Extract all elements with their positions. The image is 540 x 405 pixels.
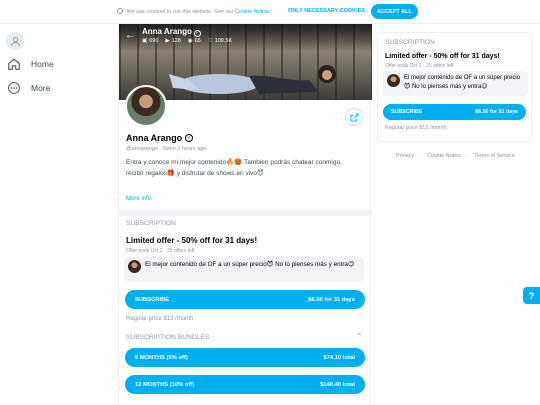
subscribe-price: $6.50 for 31 days (308, 296, 355, 303)
footer-separator: · (465, 153, 467, 159)
regular-price: Regular price $13 /month (385, 125, 447, 131)
bundle-12-months-button[interactable]: 12 MONTHS (10% off) $140.40 total (125, 375, 365, 394)
subscribe-price: $6.50 for 31 days (475, 109, 518, 115)
subscribe-button[interactable]: SUBSCRIBE $6.50 for 31 days (383, 104, 526, 120)
videos-icon: ▶ (165, 38, 170, 44)
profile-stats: ▣ 690 ▶ 128 ◉ 65 ♡ 109.5K (142, 38, 232, 44)
regular-price: Regular price $13 /month (126, 316, 194, 322)
offers-left: 25 offers left (426, 63, 454, 69)
stat-videos: ▶ 128 (165, 38, 180, 44)
necessary-cookies-button[interactable]: ONLY NECESSARY COOKIES (288, 8, 365, 14)
chevron-up-icon[interactable]: ⌃ (356, 332, 363, 341)
bio-line: Entra y conoce mi mejor contenido🔥🥵 Tamb… (126, 159, 342, 166)
profile-handle: @annarango (126, 146, 158, 152)
stat-photos: ▣ 690 (142, 38, 158, 44)
privacy-link[interactable]: Privacy (396, 153, 414, 159)
verified-icon: ✓ (185, 134, 194, 142)
creator-message: El mejor contenido de OF a un súper prec… (124, 257, 364, 282)
photos-icon: ▣ (142, 38, 148, 44)
bio-line: recibir regalos🎁 y disfrutar de shows en… (126, 170, 264, 177)
cookie-text: We use cookies to run this website. See … (126, 9, 234, 15)
bundle-price: $74.10 total (323, 354, 355, 361)
user-avatar[interactable] (6, 32, 24, 50)
share-icon (349, 112, 359, 122)
home-icon (8, 58, 20, 70)
section-divider (119, 210, 372, 216)
photos-count: 690 (149, 38, 159, 44)
likes-count: 109.5K (214, 38, 233, 44)
message-avatar (128, 260, 141, 273)
verified-icon: ✓ (194, 30, 202, 37)
footer-separator: · (418, 153, 420, 159)
subscribe-label: SUBSCRIBE (135, 296, 170, 303)
more-info-link[interactable]: More info (126, 196, 151, 202)
cookie-banner: We use cookies to run this website. See … (0, 0, 540, 24)
sidebar-item-home[interactable]: Home (7, 57, 54, 71)
cover-name: Anna Arango (142, 27, 192, 36)
subscribe-label: SUBSCRIBE (391, 109, 423, 115)
offer-ends: Offer ends Oct 2 (126, 248, 163, 254)
bundles-title: SUBSCRIPTION BUNDLES (126, 334, 210, 341)
offer-title: Limited offer - 50% off for 31 days! (385, 53, 500, 60)
user-icon (10, 36, 20, 46)
stat-streams: ◉ 65 (188, 38, 201, 44)
subscription-title: SUBSCRIPTION (385, 39, 435, 46)
bundle-label: 12 MONTHS (10% off) (135, 381, 195, 388)
terms-link[interactable]: Terms of Service (474, 153, 515, 159)
cover-name-wrap: Anna Arango ✓ (142, 27, 202, 37)
help-icon[interactable]: ? (523, 287, 540, 304)
bundle-6-months-button[interactable]: 6 MONTHS (5% off) $74.10 total (125, 348, 365, 367)
cookie-icon (117, 8, 123, 14)
offer-title: Limited offer - 50% off for 31 days! (126, 236, 258, 245)
sidebar-item-label: Home (31, 59, 54, 69)
message-text: El mejor contenido de OF a un súper prec… (404, 75, 521, 90)
bundle-label: 6 MONTHS (5% off) (135, 354, 188, 361)
cookie-text-wrap: We use cookies to run this website. See … (117, 8, 269, 15)
message-text: El mejor contenido de OF a un súper prec… (145, 261, 355, 268)
sidebar-item-label: More (31, 83, 51, 93)
bundle-price: $140.40 total (320, 381, 355, 388)
cookie-notice-footer-link[interactable]: Cookie Notice (427, 153, 461, 159)
offer-meta: Offer ends Oct 2 · 25 offers left (126, 248, 194, 254)
subscription-card: SUBSCRIPTION Limited offer - 50% off for… (377, 32, 532, 142)
creator-message: El mejor contenido de OF a un súper prec… (383, 71, 528, 96)
more-icon (8, 82, 20, 94)
profile-name: Anna Arango (126, 133, 183, 143)
stat-likes: ♡ 109.5K (208, 38, 232, 44)
message-avatar (387, 74, 400, 87)
profile-name-wrap: Anna Arango ✓ (126, 133, 194, 143)
back-icon[interactable]: ← (125, 30, 135, 41)
last-seen: Seen 3 hours ago (162, 146, 207, 152)
subscribe-button[interactable]: SUBSCRIBE $6.50 for 31 days (125, 290, 365, 309)
profile-avatar[interactable] (125, 85, 167, 127)
profile-column: ← Anna Arango ✓ ▣ 690 ▶ 128 ◉ 65 ♡ 109.5K An… (118, 0, 372, 405)
cookie-notice-link[interactable]: Cookie Notice (235, 9, 269, 15)
videos-count: 128 (171, 38, 181, 44)
profile-bio: Entra y conoce mi mejor contenido🔥🥵 Tamb… (126, 157, 366, 179)
likes-icon: ♡ (207, 38, 213, 44)
offers-left: 25 offers left (167, 248, 195, 254)
sidebar-item-more[interactable]: More (7, 81, 50, 95)
offer-ends: Offer ends Oct 2 (385, 63, 422, 69)
subscription-title: SUBSCRIPTION (126, 220, 176, 227)
offer-meta: Offer ends Oct 2 · 25 offers left (385, 63, 453, 69)
share-button[interactable] (345, 108, 363, 126)
streams-icon: ◉ (187, 38, 193, 44)
streams-count: 65 (194, 38, 201, 44)
cover-photo (169, 65, 336, 94)
profile-meta: @annarango · Seen 3 hours ago (126, 146, 206, 152)
accept-all-button[interactable]: ACCEPT ALL (371, 4, 418, 19)
